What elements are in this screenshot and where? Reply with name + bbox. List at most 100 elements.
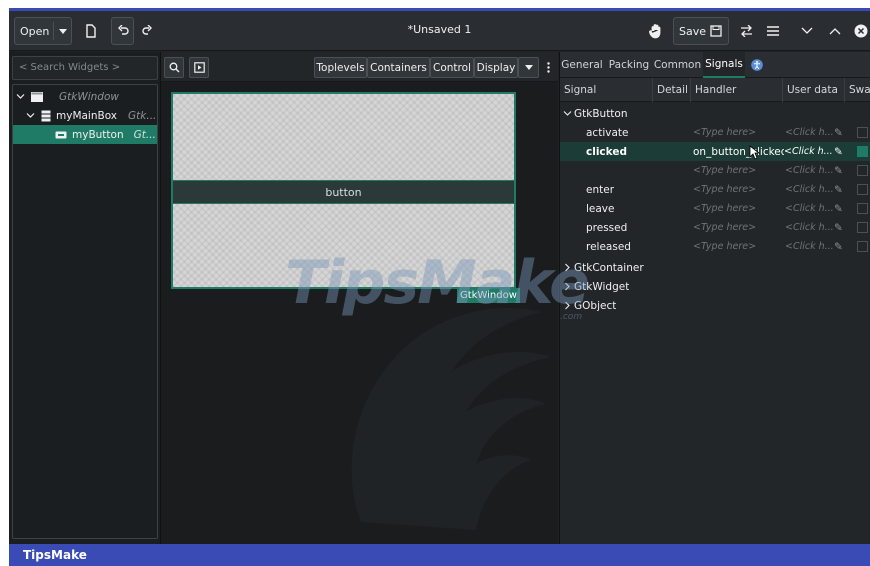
signal-name: clicked [586,145,627,158]
watermark-suffix: .com [560,312,583,322]
user-data-field[interactable]: <Click h... [785,199,834,218]
kebab-menu-icon [546,62,550,73]
signal-group-gtkbutton[interactable]: GtkButton [560,104,870,123]
handler-field[interactable]: on_button_clicked [693,142,787,161]
pencil-icon[interactable]: ✎ [834,180,843,199]
drag-mode-button[interactable] [643,17,669,45]
gtkwindow-label: GtkWindow [457,288,520,303]
tab-general[interactable]: General [560,52,604,78]
swap-checkbox[interactable] [857,222,868,233]
swap-checkbox[interactable] [857,127,868,138]
user-data-field[interactable]: <Click h... [785,161,834,180]
save-as-icon [710,25,722,37]
swap-checkbox[interactable] [857,146,868,157]
signal-table-header: Signal Detail Handler User data Swa [560,78,870,102]
signal-row-released[interactable]: released <Type here> <Click h... ✎ [560,237,870,256]
chevron-right-icon [565,301,570,310]
search-widgets-input[interactable]: < Search Widgets > [12,56,158,80]
close-button[interactable] [851,17,870,45]
button-preview[interactable]: button [173,180,514,204]
maximize-button[interactable] [823,17,847,45]
widget-tree: GtkWindow myMainBox Gtk... myButton Gt..… [12,84,158,539]
search-icon [169,62,179,73]
inspector-panel: General Packing Common Signals Signal De… [559,52,870,544]
chevron-up-icon [829,28,841,35]
user-data-field[interactable]: <Click h... [785,237,834,256]
signal-row-enter[interactable]: enter <Type here> <Click h... ✎ [560,180,870,199]
signal-row-new[interactable]: <Type here> <Click h... ✎ [560,161,870,180]
signal-row-pressed[interactable]: pressed <Type here> <Click h... ✎ [560,218,870,237]
signal-group-label: GtkButton [574,107,628,120]
search-button[interactable] [164,57,184,78]
tab-packing[interactable]: Packing [606,52,652,78]
column-signal[interactable]: Signal [560,78,653,102]
palette-options-button[interactable] [542,57,554,78]
user-data-field[interactable]: <Click h... [785,123,834,142]
swap-checkbox[interactable] [857,184,868,195]
tree-item-mymainbox[interactable]: myMainBox Gtk... [13,106,157,125]
handler-field[interactable]: <Type here> [693,161,756,180]
user-data-field[interactable]: <Click h... [784,142,833,161]
swap-checkbox[interactable] [857,165,868,176]
column-detail[interactable]: Detail [653,78,691,102]
palette-toolbar: Toplevels Containers Control Display [161,52,558,82]
handler-field[interactable]: <Type here> [693,180,756,199]
chevron-down-icon [563,111,572,116]
handler-field[interactable]: <Type here> [693,237,756,256]
glade-window: Open *Unsaved 1 Save < Search Widgets > … [9,8,870,544]
chevron-right-icon [565,282,570,291]
signal-row-leave[interactable]: leave <Type here> <Click h... ✎ [560,199,870,218]
pencil-icon[interactable]: ✎ [834,161,843,180]
background-logo [351,307,551,530]
pencil-icon[interactable]: ✎ [834,123,843,142]
save-button[interactable]: Save [673,17,729,45]
signal-group-gtkcontainer[interactable]: GtkContainer [560,258,870,277]
menu-button[interactable] [761,17,785,45]
gtkwindow-preview[interactable]: button [171,92,516,289]
column-user-data[interactable]: User data [783,78,845,102]
chevron-down-icon [26,113,35,118]
column-handler[interactable]: Handler [691,78,783,102]
palette-toplevels[interactable]: Toplevels [314,57,367,78]
minimize-button[interactable] [795,17,819,45]
design-canvas[interactable]: button GtkWindow [161,82,558,544]
swap-button[interactable] [734,17,758,45]
preview-icon [193,62,205,73]
palette-more-button[interactable] [518,57,539,78]
signal-group-gtkwidget[interactable]: GtkWidget [560,277,870,296]
hand-icon [649,24,661,39]
tab-accessibility[interactable] [746,52,768,78]
inspector-tabs: General Packing Common Signals [560,52,870,78]
tab-common[interactable]: Common [653,52,702,78]
tab-signals[interactable]: Signals [703,52,745,78]
column-swap[interactable]: Swa [845,78,870,102]
hamburger-menu-icon [767,26,779,36]
tree-item-gtkwindow[interactable]: GtkWindow [13,87,157,106]
chevron-right-icon [565,263,570,272]
signal-group-gobject[interactable]: GObject [560,296,870,315]
signal-name: activate [586,126,629,139]
header-bar: Open *Unsaved 1 Save [9,11,870,51]
user-data-field[interactable]: <Click h... [785,218,834,237]
signal-row-clicked[interactable]: clicked on_button_clicked <Click h... ✎ [560,142,870,161]
handler-field[interactable]: <Type here> [693,218,756,237]
handler-field[interactable]: <Type here> [693,123,756,142]
swap-checkbox[interactable] [857,203,868,214]
pencil-icon[interactable]: ✎ [834,237,843,256]
palette-display[interactable]: Display [474,57,518,78]
signal-row-activate[interactable]: activate <Type here> <Click h... ✎ [560,123,870,142]
user-data-field[interactable]: <Click h... [785,180,834,199]
signal-group-label: GtkContainer [574,261,644,274]
palette-containers[interactable]: Containers [367,57,430,78]
close-icon [854,24,868,38]
handler-field[interactable]: <Type here> [693,199,756,218]
signal-name: pressed [586,221,628,234]
preview-button[interactable] [189,57,209,78]
accessibility-icon [751,59,763,71]
tree-item-mybutton[interactable]: myButton Gt... [13,125,157,144]
palette-control[interactable]: Control [430,57,474,78]
pencil-icon[interactable]: ✎ [834,142,843,161]
pencil-icon[interactable]: ✎ [834,218,843,237]
swap-checkbox[interactable] [857,241,868,252]
pencil-icon[interactable]: ✎ [834,199,843,218]
